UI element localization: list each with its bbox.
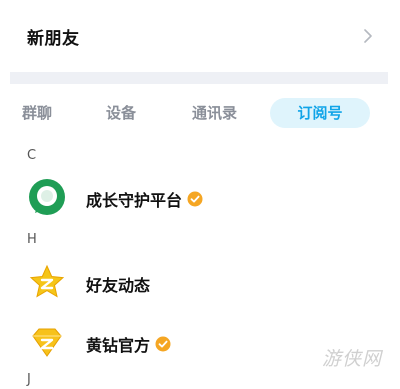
growth-guard-icon xyxy=(27,177,67,217)
tab-group-chats[interactable]: 群聊 xyxy=(22,98,52,128)
new-friends-entry[interactable]: 新朋友 xyxy=(0,0,400,72)
contact-tabs: 群聊 设备 通讯录 订阅号 xyxy=(0,92,400,136)
tab-devices[interactable]: 设备 xyxy=(106,98,136,128)
tab-subscriptions[interactable]: 订阅号 xyxy=(270,98,370,128)
section-header-c: C xyxy=(27,148,37,163)
tab-address-book[interactable]: 通讯录 xyxy=(192,98,237,128)
verified-badge-icon xyxy=(187,191,203,207)
section-separator xyxy=(10,72,388,84)
list-item-name: 成长守护平台 xyxy=(86,191,183,210)
watermark: 游侠网 xyxy=(322,348,383,370)
section-header-h: H xyxy=(27,232,37,247)
verified-badge-icon xyxy=(155,336,171,352)
chevron-right-icon xyxy=(364,29,372,43)
list-item-name: 好友动态 xyxy=(86,276,151,295)
qzone-star-icon xyxy=(27,262,67,302)
list-item-friend-feed[interactable]: 好友动态 xyxy=(0,262,400,306)
section-header-j: J xyxy=(27,372,31,387)
list-item-name: 黄钻官方 xyxy=(86,336,151,355)
yellow-diamond-icon xyxy=(27,322,67,362)
new-friends-label: 新朋友 xyxy=(27,28,80,49)
list-item-growth-guard[interactable]: 成长守护平台 xyxy=(0,177,400,221)
